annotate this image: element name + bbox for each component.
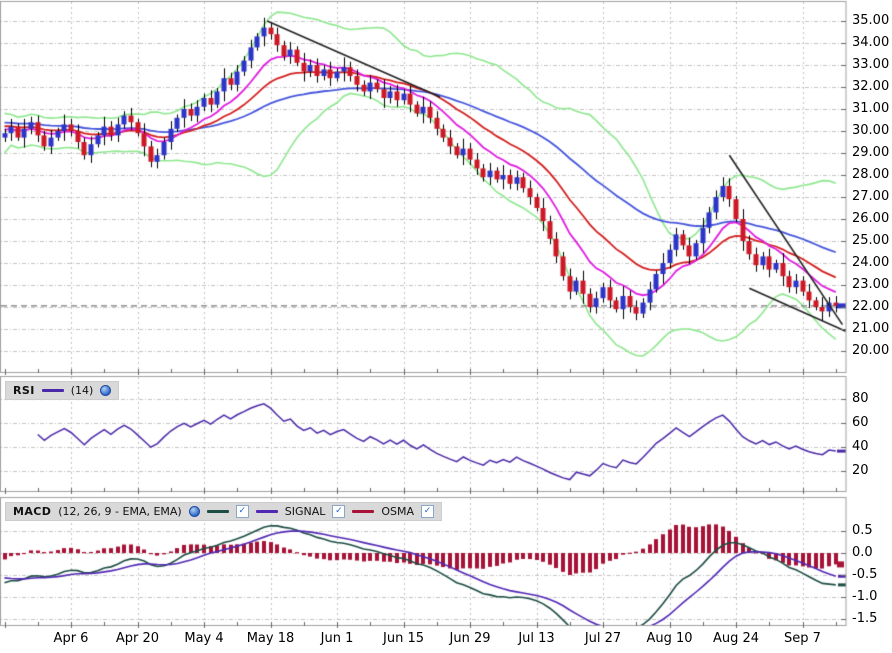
rsi-legend: RSI (14) <box>5 381 120 400</box>
price-tick-label: 20.00 <box>852 343 890 358</box>
date-tick-label: Apr 20 <box>115 631 160 646</box>
price-tick-label: 26.00 <box>852 211 890 226</box>
date-tick-label: May 18 <box>246 631 295 646</box>
rsi-line-swatch <box>41 389 64 392</box>
rsi-tick-label: 60 <box>852 415 869 430</box>
signal-label: SIGNAL <box>284 505 326 518</box>
price-tick-label: 21.00 <box>852 321 890 336</box>
globe-icon[interactable] <box>100 385 112 396</box>
macd-tick-label: -0.5 <box>852 567 878 582</box>
date-tick-label: Jul 27 <box>584 631 622 646</box>
date-tick-label: Aug 10 <box>646 631 693 646</box>
price-tick-label: 28.00 <box>852 167 890 182</box>
price-tick-label: 35.00 <box>852 13 890 28</box>
rsi-params: (14) <box>70 384 94 397</box>
price-tick-label: 23.00 <box>852 277 890 292</box>
signal-visible-checkbox[interactable]: ✓ <box>332 505 346 518</box>
rsi-tick-label: 80 <box>852 391 869 406</box>
price-tick-label: 31.00 <box>852 101 890 116</box>
macd-tick-label: -1.0 <box>852 589 878 604</box>
date-tick-label: Apr 6 <box>53 631 89 646</box>
macd-tick-label: 0.0 <box>852 545 873 560</box>
price-tick-label: 27.00 <box>852 189 890 204</box>
macd-line-swatch <box>206 510 229 513</box>
price-tick-label: 22.00 <box>852 299 890 314</box>
osma-visible-checkbox[interactable]: ✓ <box>421 505 435 518</box>
macd-indicator-name: MACD <box>13 505 52 518</box>
macd-tick-label: -1.5 <box>852 611 878 626</box>
date-tick-label: Sep 7 <box>784 631 821 646</box>
date-tick-label: Jun 29 <box>449 631 491 646</box>
price-tick-label: 32.00 <box>852 79 890 94</box>
price-tick-label: 24.00 <box>852 255 890 270</box>
rsi-indicator-name: RSI <box>13 384 35 397</box>
rsi-tick-label: 40 <box>852 439 869 454</box>
date-tick-label: Jun 1 <box>320 631 354 646</box>
osma-label: OSMA <box>381 505 415 518</box>
price-chart-canvas[interactable] <box>0 0 892 653</box>
trading-chart: 35.00 34.00 33.00 32.00 31.00 30.00 29.00 28.00… <box>0 0 892 653</box>
price-tick-label: 30.00 <box>852 123 890 138</box>
rsi-tick-label: 20 <box>852 463 869 478</box>
macd-params: (12, 26, 9 - EMA, EMA) <box>58 505 182 518</box>
macd-tick-label: 0.5 <box>852 523 873 538</box>
date-tick-label: Jun 15 <box>383 631 424 646</box>
macd-legend: MACD (12, 26, 9 - EMA, EMA) ✓ SIGNAL ✓ O… <box>5 502 443 521</box>
osma-line-swatch <box>352 510 375 513</box>
date-tick-label: Aug 24 <box>712 631 760 646</box>
globe-icon[interactable] <box>188 506 200 517</box>
macd-visible-checkbox[interactable]: ✓ <box>235 505 249 518</box>
price-tick-label: 33.00 <box>852 57 890 72</box>
date-tick-label: Jul 13 <box>518 631 555 646</box>
price-tick-label: 34.00 <box>852 35 890 50</box>
price-tick-label: 25.00 <box>852 233 890 248</box>
date-tick-label: May 4 <box>184 631 224 646</box>
price-tick-label: 29.00 <box>852 145 890 160</box>
signal-line-swatch <box>255 510 278 513</box>
